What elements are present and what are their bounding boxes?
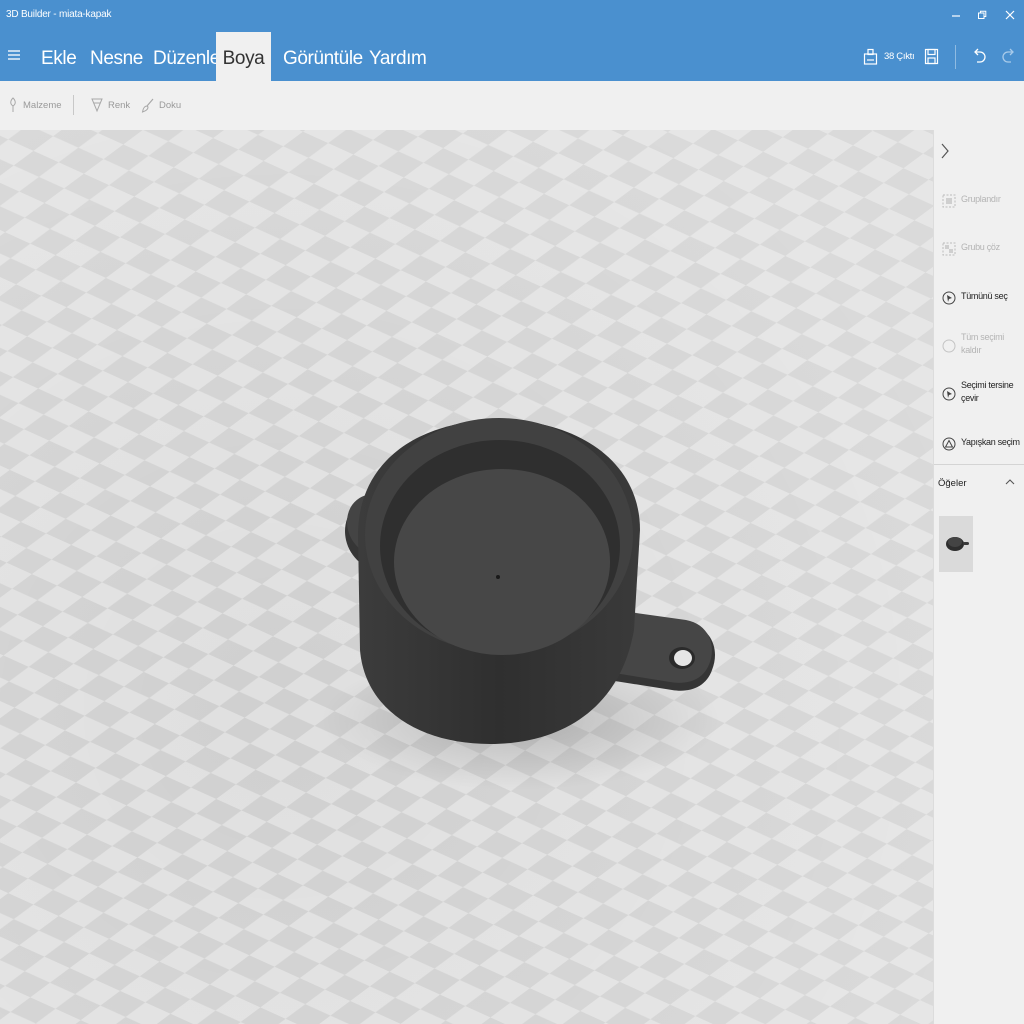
cap-thumbnail-icon <box>946 537 969 551</box>
tab-boya[interactable]: Boya <box>216 32 271 81</box>
menu-bar: Ekle Nesne Düzenle Boya Görüntüle Yardım… <box>0 32 1024 81</box>
chevron-right-icon <box>941 143 949 159</box>
cap-inner-floor <box>394 469 610 655</box>
collapse-panel-button[interactable] <box>940 142 956 162</box>
panel-divider <box>934 464 1024 465</box>
texture-brush-icon <box>141 99 154 114</box>
material-tool-button[interactable]: Malzeme <box>7 95 62 117</box>
tab-yardim[interactable]: Yardım <box>369 32 427 81</box>
title-bar: 3D Builder - miata-kapak <box>0 0 1024 32</box>
color-label: Renk <box>108 100 131 111</box>
menu-separator <box>955 45 956 69</box>
ungroup-icon <box>942 242 956 256</box>
select-all-icon <box>942 291 956 305</box>
close-icon <box>1005 10 1015 20</box>
group-icon <box>942 194 956 208</box>
restore-icon <box>978 10 987 19</box>
minimize-button[interactable] <box>944 4 968 28</box>
selection-panel: Gruplandır Grubu çöz Tümünü seç Tüm seçi… <box>933 130 1024 1024</box>
center-dot <box>496 575 500 579</box>
minimize-icon <box>952 15 960 17</box>
items-collapse-button[interactable] <box>1005 477 1015 489</box>
hamburger-icon <box>8 50 20 60</box>
undo-icon <box>974 48 986 63</box>
print-count-button[interactable]: 38 Çıktı <box>863 32 919 81</box>
paint-toolbar: Malzeme Renk Doku <box>0 81 1024 130</box>
tab-ekle[interactable]: Ekle <box>41 32 77 81</box>
material-brush-icon <box>10 97 16 113</box>
item-thumbnail[interactable] <box>939 516 973 572</box>
toolbar-separator <box>73 95 74 115</box>
close-button[interactable] <box>998 4 1022 28</box>
print-icon <box>863 48 878 65</box>
tab-goruntule[interactable]: Görüntüle <box>283 32 363 81</box>
hamburger-menu-button[interactable] <box>4 44 24 68</box>
chevron-up-icon <box>1005 479 1015 485</box>
redo-button[interactable] <box>1000 32 1020 81</box>
keyring-hole-through <box>674 650 692 666</box>
items-section-title: Öğeler <box>938 478 967 489</box>
scene-canvas[interactable] <box>0 130 933 1024</box>
color-tool-button[interactable]: Renk <box>90 95 130 117</box>
pencil-icon <box>91 98 103 113</box>
material-label: Malzeme <box>23 100 62 111</box>
texture-label: Doku <box>159 100 182 111</box>
print-count-label: 38 Çıktı <box>884 51 915 62</box>
invert-selection-icon <box>942 387 956 401</box>
restore-button[interactable] <box>970 4 994 28</box>
undo-button[interactable] <box>970 32 990 81</box>
sticky-selection-icon <box>942 437 956 451</box>
redo-icon <box>1002 48 1014 63</box>
texture-tool-button[interactable]: Doku <box>141 95 181 117</box>
save-icon <box>924 48 939 65</box>
save-button[interactable] <box>922 32 942 81</box>
deselect-icon <box>942 339 956 353</box>
3d-viewport[interactable] <box>0 130 933 1024</box>
tab-nesne[interactable]: Nesne <box>90 32 143 81</box>
window-title: 3D Builder - miata-kapak <box>6 9 112 20</box>
tab-duzenle[interactable]: Düzenle <box>153 32 220 81</box>
